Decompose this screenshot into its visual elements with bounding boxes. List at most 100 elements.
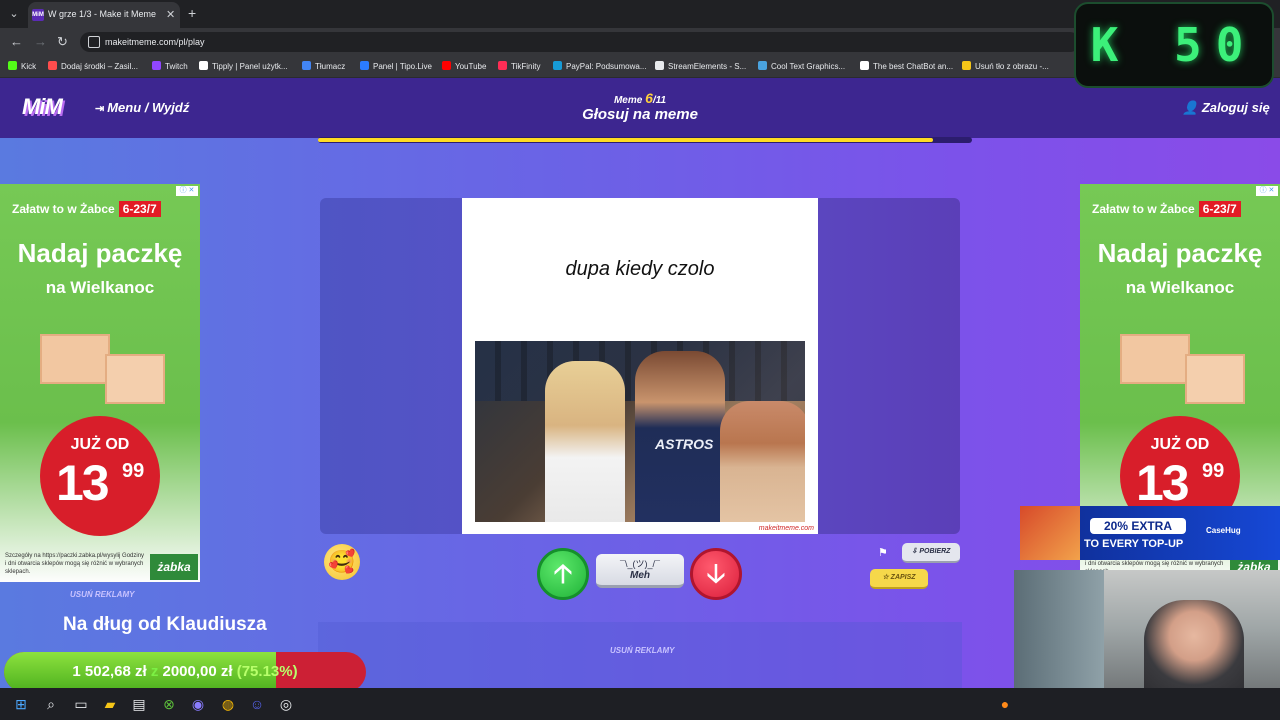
- kick-icon: [8, 61, 17, 70]
- tab-close-icon[interactable]: ✕: [166, 8, 175, 21]
- ad-headline: Nadaj paczkę: [17, 238, 183, 268]
- meh-label: Meh: [630, 570, 650, 581]
- ad-left[interactable]: ⓘ ✕ Załatw to w Żabce 6-23/7 Nadaj paczkę…: [0, 184, 200, 582]
- ad-subline: na Wielkanoc: [1125, 278, 1235, 297]
- file-explorer-icon[interactable]: ▰: [101, 695, 119, 713]
- meh-button[interactable]: ¯\_(ツ)_/¯ Meh: [596, 554, 684, 588]
- search-icon[interactable]: ⌕: [42, 695, 60, 713]
- bookmark-twitch[interactable]: Twitch: [152, 61, 188, 71]
- parcel-box-illustration: [1185, 354, 1245, 404]
- reload-icon[interactable]: ↻: [57, 34, 68, 50]
- ad-choices-icon[interactable]: ⓘ ✕: [1256, 186, 1278, 196]
- photo-person: [720, 401, 805, 522]
- bookmark-translate[interactable]: Tłumacz: [302, 61, 345, 71]
- bookmark-cooltext[interactable]: Cool Text Graphics...: [758, 61, 845, 71]
- site-logo[interactable]: MiM: [22, 94, 63, 120]
- arrow-down-icon: 🡣: [706, 558, 726, 588]
- ad-choices-icon[interactable]: ⓘ ✕: [176, 186, 198, 196]
- remove-ads-link[interactable]: USUŃ REKLAMY: [610, 646, 674, 655]
- bookmark-remove-bg[interactable]: Usuń tło z obrazu -...: [962, 61, 1049, 71]
- emoji-reaction-button[interactable]: 🥰: [324, 544, 360, 580]
- ad-tag: Załatw to w Żabce 6-23/7: [1092, 201, 1241, 217]
- forward-icon[interactable]: →: [34, 34, 47, 50]
- address-bar[interactable]: makeitmeme.com/pl/play: [80, 32, 1080, 52]
- remove-bg-icon: [962, 61, 971, 70]
- youtube-icon: [442, 61, 451, 70]
- star-icon: ☆: [882, 574, 889, 581]
- tab-search-icon[interactable]: ⌄: [6, 6, 22, 22]
- tab-favicon: MiM: [32, 9, 44, 21]
- cooltext-icon: [758, 61, 767, 70]
- photo-person: [545, 361, 625, 522]
- chatbot-icon: [860, 61, 869, 70]
- bookmark-chatbot[interactable]: The best ChatBot an...: [860, 61, 953, 71]
- xbox-icon[interactable]: ⊗: [160, 695, 178, 713]
- site-info-icon[interactable]: [88, 36, 100, 48]
- parcel-box-illustration: [105, 354, 165, 404]
- ad-headline: Nadaj paczkę: [1097, 238, 1263, 268]
- app-icon[interactable]: ◎: [277, 695, 295, 713]
- browser-tab[interactable]: MiM W grze 1/3 - Make it Meme ✕: [28, 2, 180, 28]
- downvote-button[interactable]: 🡣: [690, 548, 742, 600]
- bookmark-icon: [48, 61, 57, 70]
- ad-fine-print: Szczegóły na https://paczki.zabka.pl/wys…: [5, 553, 145, 575]
- notification-icon[interactable]: ●: [996, 695, 1014, 713]
- meme-card: dupa kiedy czolo ASTROS makeitmeme.com: [462, 198, 818, 534]
- round-timer-fill: [318, 138, 933, 142]
- meme-counter: Meme 6/11: [613, 90, 667, 106]
- report-flag-icon[interactable]: ⚑: [878, 546, 888, 559]
- back-icon[interactable]: ←: [10, 34, 23, 50]
- promo-badge: 20% EXTRA: [1090, 518, 1186, 534]
- meme-photo: ASTROS: [475, 341, 805, 522]
- paypal-icon: [553, 61, 562, 70]
- windows-taskbar: ⊞ ⌕ ▭ ▰ ▤ ⊗ ◉ ◍ ☺ ◎ ●: [0, 688, 1280, 720]
- login-link[interactable]: 👤 Zaloguj się: [1182, 100, 1270, 116]
- discord-icon[interactable]: ☺: [248, 695, 266, 713]
- obs-icon[interactable]: ◉: [189, 695, 207, 713]
- bookmark-zasil[interactable]: Dodaj środki – Zasil...: [48, 61, 138, 71]
- kick-counter-overlay: K 50: [1074, 2, 1274, 88]
- promo-brand: CaseHug: [1206, 526, 1241, 535]
- arrow-up-icon: 🡡: [553, 558, 573, 588]
- meme-watermark: makeitmeme.com: [758, 525, 814, 532]
- shrug-emoticon: ¯\_(ツ)_/¯: [620, 559, 660, 569]
- parcel-box-illustration: [1120, 334, 1190, 384]
- menu-exit-link[interactable]: ⇥ Menu / Wyjdź: [95, 100, 189, 115]
- bookmark-streamelements[interactable]: StreamElements - S...: [655, 61, 746, 71]
- shirt-text: ASTROS: [655, 436, 714, 452]
- download-button[interactable]: ⇩ POBIERZ: [902, 543, 960, 563]
- ad-price-badge: JUŻ OD 13 99: [40, 416, 160, 536]
- task-view-icon[interactable]: ▭: [72, 695, 90, 713]
- round-timer-bar: [318, 137, 972, 143]
- bookmark-paypal[interactable]: PayPal: Podsumowa...: [553, 61, 646, 71]
- bookmark-tipo[interactable]: Panel | Tipo.Live: [360, 61, 432, 71]
- tikfinity-icon: [498, 61, 507, 70]
- round-title: Głosuj na meme: [582, 106, 698, 123]
- meme-viewer: dupa kiedy czolo ASTROS makeitmeme.com: [320, 198, 960, 534]
- bookmark-tipply[interactable]: Tipply | Panel użytk...: [199, 61, 288, 71]
- bookmark-tikfinity[interactable]: TikFinity: [498, 61, 540, 71]
- promo-subtitle: TO EVERY TOP-UP: [1084, 538, 1184, 550]
- bookmark-kick[interactable]: Kick: [8, 61, 36, 71]
- save-button[interactable]: ☆ ZAPISZ: [870, 569, 928, 589]
- remove-ads-link[interactable]: USUŃ REKLAMY: [70, 590, 134, 599]
- notepad-icon[interactable]: ▤: [130, 695, 148, 713]
- user-icon: 👤: [1182, 100, 1199, 115]
- new-tab-icon[interactable]: +: [188, 5, 196, 21]
- tipo-icon: [360, 61, 369, 70]
- bookmark-youtube[interactable]: YouTube: [442, 61, 486, 71]
- upvote-button[interactable]: 🡡: [537, 548, 589, 600]
- meme-total: /11: [652, 95, 667, 106]
- exit-icon: ⇥: [95, 103, 105, 115]
- tab-title: W grze 1/3 - Make it Meme: [48, 9, 157, 19]
- translate-icon: [302, 61, 311, 70]
- treasure-chest-icon: [1020, 506, 1080, 560]
- tipply-icon: [199, 61, 208, 70]
- bottom-ad-slot: USUŃ REKLAMY: [318, 622, 962, 688]
- meme-caption: dupa kiedy czolo: [565, 258, 715, 280]
- twitch-icon: [152, 61, 161, 70]
- donation-goal-bar: 1 502,68 zł z 2000,00 zł (75.13%): [4, 652, 366, 692]
- chrome-icon[interactable]: ◍: [219, 695, 237, 713]
- windows-start-icon[interactable]: ⊞: [12, 695, 30, 713]
- round-info: Meme 6/11 Głosuj na meme: [540, 90, 740, 123]
